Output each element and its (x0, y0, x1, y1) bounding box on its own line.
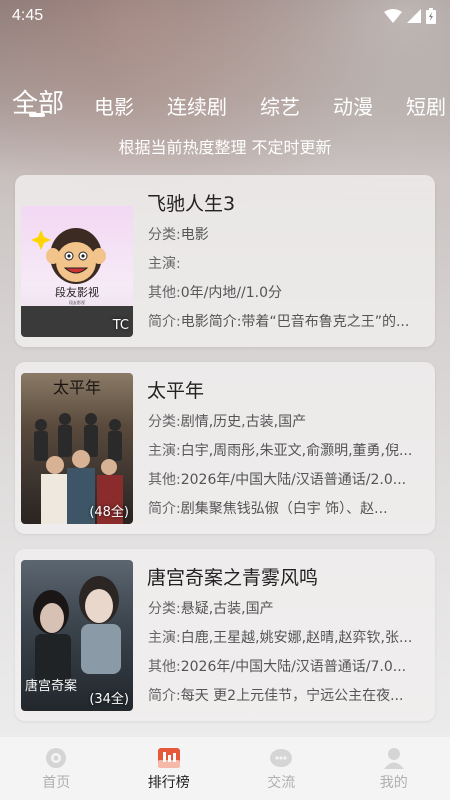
category-tabs: 全部 电影 连续剧 综艺 动漫 短剧 (0, 74, 450, 120)
info-intro: 简介:电影简介:带着“巴音布鲁克之王”的... (148, 314, 410, 330)
active-tab-indicator (29, 113, 45, 117)
profile-icon (383, 747, 404, 769)
chat-icon (270, 748, 293, 767)
status-time: 4:45 (12, 7, 44, 24)
ranking-card[interactable]: 段友影视 段友影视 TC 飞驰人生3 分类:电影 主演: 其他:0年/内地//1… (15, 175, 435, 347)
nav-chat[interactable]: 交流 (241, 746, 321, 792)
tab-movie[interactable]: 电影 (94, 91, 134, 120)
info-cast: 主演:白宇,周雨彤,朱亚文,俞灏明,董勇,倪... (148, 443, 413, 459)
home-icon (46, 747, 67, 768)
info-intro: 简介:剧集聚焦钱弘俶（白宇 饰）、赵... (148, 501, 388, 517)
info-other: 其他:0年/内地//1.0分 (148, 285, 283, 301)
episode-badge: (48全) (89, 505, 129, 520)
info-category: 分类:悬疑,古装,国产 (148, 601, 274, 617)
info-cast: 主演: (148, 256, 181, 272)
nav-home-label: 首页 (42, 774, 71, 791)
nav-profile-label: 我的 (379, 774, 408, 791)
svg-text:唐宫奇案: 唐宫奇案 (25, 678, 77, 694)
ranking-card[interactable]: 太平年 (48全) 太平年 分类:剧情,历史,古装,国产 主演:白宇,周雨彤,朱… (15, 362, 435, 534)
info-other: 其他:2026年/中国大陆/汉语普通话/2.0... (148, 472, 407, 488)
poster-image[interactable]: 唐宫奇案 (34全) (21, 560, 133, 711)
info-category: 分类:电影 (148, 227, 209, 243)
battery-icon (426, 8, 436, 24)
tab-series[interactable]: 连续剧 (167, 91, 227, 120)
info-cast: 主演:白鹿,王星越,姚安娜,赵晴,赵弈钦,张... (148, 630, 413, 646)
card-title: 太平年 (147, 380, 205, 402)
nav-profile[interactable]: 我的 (354, 746, 434, 792)
nav-ranking-label: 排行榜 (147, 774, 190, 791)
quality-badge: TC (112, 318, 129, 333)
card-title: 唐宫奇案之青雾风鸣 (147, 567, 319, 589)
wifi-icon (384, 9, 402, 23)
ranking-card[interactable]: 唐宫奇案 (34全) 唐宫奇案之青雾风鸣 分类:悬疑,古装,国产 主演:白鹿,王… (15, 549, 435, 721)
nav-ranking[interactable]: 排行榜 (129, 746, 209, 792)
svg-text:太平年: 太平年 (53, 378, 101, 397)
svg-text:段友影视: 段友影视 (69, 299, 85, 305)
info-category: 分类:剧情,历史,古装,国产 (148, 414, 307, 430)
signal-icon (407, 9, 421, 23)
status-bar: 4:45 (0, 0, 450, 32)
tab-variety[interactable]: 综艺 (260, 91, 300, 120)
nav-home[interactable]: 首页 (16, 746, 96, 792)
tab-short-drama[interactable]: 短剧 (406, 91, 446, 120)
status-icons (384, 8, 436, 24)
poster-image[interactable]: 太平年 (48全) (21, 373, 133, 524)
info-intro: 简介:每天 更2上元佳节，宁远公主在夜... (148, 688, 404, 704)
card-title: 飞驰人生3 (147, 193, 236, 215)
bottom-nav: 首页 排行榜 交流 我的 (0, 737, 450, 800)
svg-text:段友影视: 段友影视 (55, 285, 99, 299)
episode-badge: (34全) (89, 692, 129, 707)
nav-chat-label: 交流 (267, 774, 296, 791)
ranking-subtitle: 根据当前热度整理 不定时更新 (118, 138, 332, 157)
ranking-icon (157, 747, 180, 768)
tab-anime[interactable]: 动漫 (333, 91, 373, 120)
info-other: 其他:2026年/中国大陆/汉语普通话/7.0... (148, 659, 407, 675)
poster-image[interactable]: 段友影视 段友影视 TC (21, 206, 133, 337)
